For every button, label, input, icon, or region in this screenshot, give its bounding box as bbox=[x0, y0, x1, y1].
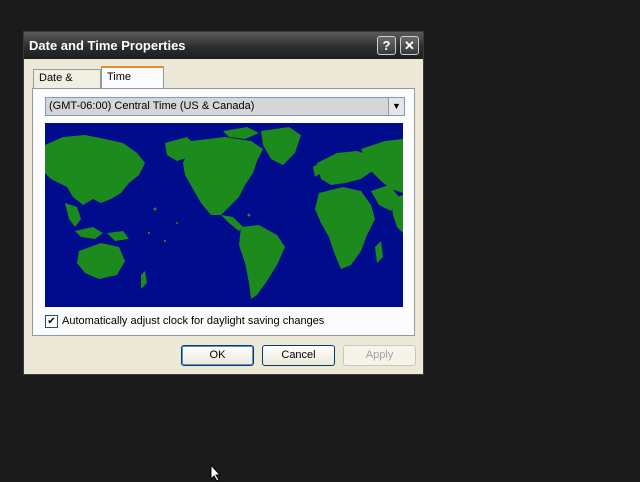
date-time-properties-dialog: Date and Time Properties ? ✕ Date & Time… bbox=[23, 31, 424, 375]
island-pacific-1 bbox=[147, 231, 151, 235]
dst-checkbox[interactable]: ✔ bbox=[45, 315, 58, 328]
chevron-down-icon[interactable]: ▼ bbox=[388, 98, 404, 115]
close-button[interactable]: ✕ bbox=[400, 36, 419, 55]
window-title: Date and Time Properties bbox=[29, 38, 186, 53]
ok-button[interactable]: OK bbox=[181, 345, 254, 366]
timezone-dropdown[interactable]: (GMT-06:00) Central Time (US & Canada) ▼ bbox=[45, 97, 405, 116]
time-zone-panel: (GMT-06:00) Central Time (US & Canada) ▼ bbox=[32, 88, 415, 336]
tab-time-zone[interactable]: Time Zone bbox=[101, 66, 164, 101]
cancel-button[interactable]: Cancel bbox=[262, 345, 335, 366]
tab-date-time[interactable]: Date & Time bbox=[33, 69, 101, 101]
close-icon: ✕ bbox=[404, 38, 415, 53]
help-icon: ? bbox=[382, 38, 391, 53]
mouse-cursor-icon bbox=[210, 464, 222, 482]
apply-button[interactable]: Apply bbox=[343, 345, 416, 366]
world-map[interactable] bbox=[45, 123, 403, 307]
island-hawaii bbox=[153, 207, 157, 211]
island-pacific-2 bbox=[163, 239, 167, 243]
title-bar[interactable]: Date and Time Properties ? ✕ bbox=[24, 32, 423, 59]
island-caribbean bbox=[247, 213, 251, 217]
help-button[interactable]: ? bbox=[377, 36, 396, 55]
timezone-selected-value: (GMT-06:00) Central Time (US & Canada) bbox=[49, 100, 255, 112]
island-pacific-3 bbox=[176, 222, 178, 224]
checkmark-icon: ✔ bbox=[47, 316, 56, 327]
dst-label[interactable]: Automatically adjust clock for daylight … bbox=[62, 315, 324, 327]
